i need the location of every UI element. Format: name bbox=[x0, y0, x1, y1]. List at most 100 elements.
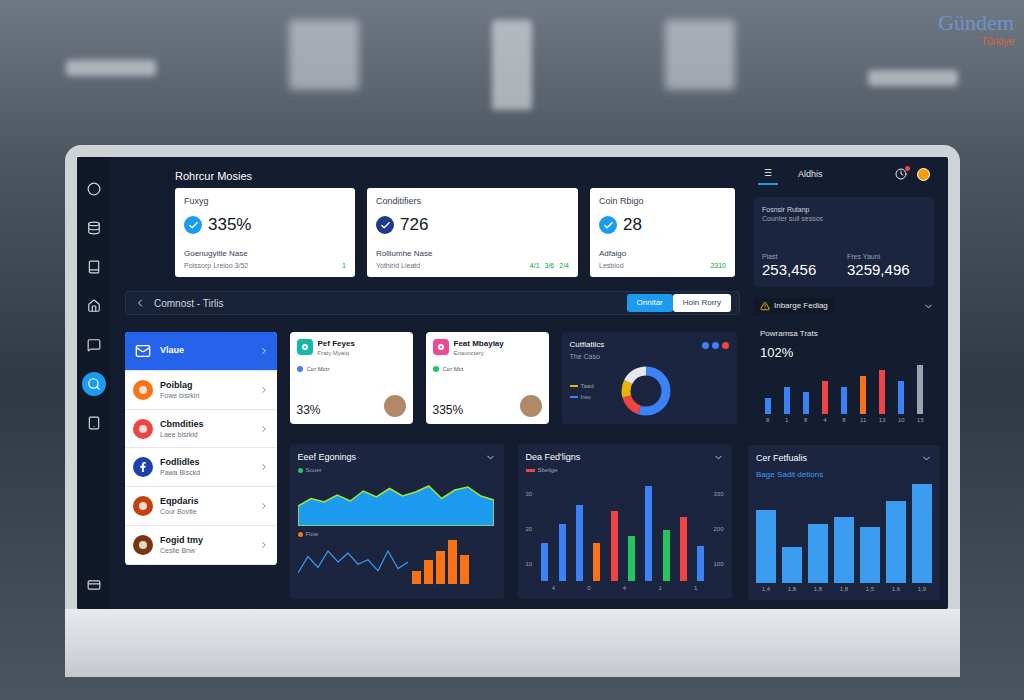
rail-button[interactable] bbox=[82, 411, 106, 435]
nav-button[interactable]: Onnitar bbox=[627, 294, 673, 312]
check-icon bbox=[184, 216, 202, 234]
rail-icon bbox=[87, 182, 101, 196]
list-item[interactable]: FodlidlesPawa Bisckd bbox=[125, 448, 277, 487]
axis-tick: 13 bbox=[879, 416, 886, 424]
summary-value: 3259,496 bbox=[847, 261, 926, 279]
rail-button[interactable] bbox=[82, 372, 106, 396]
chart-bar bbox=[860, 527, 880, 583]
right-panel: ☰ Aldhis Fosnsir RutanpCounter sull sessos… bbox=[748, 157, 940, 609]
list-item[interactable]: CbmditiesLaee bisrkid bbox=[125, 410, 277, 449]
watermark-title: Gündem bbox=[938, 10, 1014, 36]
summary-value: 253,456 bbox=[762, 261, 841, 279]
mini-card[interactable]: Feat MbaylayEnauncteryCor Mct335% bbox=[426, 332, 549, 424]
chevron-down-icon[interactable] bbox=[485, 452, 496, 463]
mini-card-value: 335% bbox=[433, 403, 464, 417]
feed-chart: Dea Fed'lignsSbelige30201033020010040411 bbox=[518, 444, 732, 599]
list-item-name: Poiblag bbox=[160, 380, 199, 391]
chart-bar bbox=[559, 524, 566, 581]
chart-bar bbox=[541, 543, 548, 581]
donut-segment bbox=[626, 371, 666, 411]
back-icon[interactable] bbox=[134, 297, 146, 309]
stat-label: Conditifiers bbox=[376, 195, 569, 207]
status-dot bbox=[297, 366, 303, 372]
rail-button[interactable] bbox=[82, 255, 106, 279]
list-item[interactable]: EqpdarisCour Bovtle bbox=[125, 487, 277, 526]
donut-subtitle: The Caso bbox=[570, 352, 729, 361]
axis-tick: 1,8 bbox=[814, 585, 822, 593]
summary-title: Fosnsir Rutanp bbox=[762, 205, 926, 214]
rail-button[interactable] bbox=[82, 216, 106, 240]
user-avatar[interactable] bbox=[917, 168, 930, 181]
axis-tick: 1,9 bbox=[918, 585, 926, 593]
stat-subtitle: Goenugyitle Nase bbox=[184, 249, 346, 259]
chart-bar bbox=[576, 505, 583, 581]
axis-tick: 4 bbox=[552, 584, 555, 592]
area-chart bbox=[298, 476, 494, 526]
watermark: GündemTürkiye bbox=[938, 10, 1014, 48]
legend-dot bbox=[702, 342, 709, 349]
stat-value: 726 bbox=[400, 215, 428, 235]
axis-tick: 330 bbox=[714, 490, 724, 498]
stat-card[interactable]: Coin Rbigo28AdfaigoLesbiod2310 bbox=[590, 188, 735, 277]
list-item[interactable]: Vlaue bbox=[125, 332, 277, 371]
status-dot bbox=[433, 366, 439, 372]
mail-icon bbox=[133, 341, 153, 361]
stat-card[interactable]: Conditifiers 726 Rolliumhe Nase Yothirid Li… bbox=[367, 188, 578, 277]
list-item[interactable]: PoiblagFowe bisrkin bbox=[125, 371, 277, 410]
features-chart: Cer FetfualisBage Sadit detions1,41,81,8… bbox=[748, 445, 940, 600]
card-icon bbox=[87, 578, 101, 592]
legend-label: Souer bbox=[306, 466, 322, 474]
chevron-right-icon bbox=[259, 540, 269, 550]
nav-button[interactable]: Hoin Rorry bbox=[673, 294, 731, 312]
chart-bar bbox=[663, 530, 670, 581]
stat-footer: Yothirid Lieatd bbox=[376, 261, 420, 270]
axis-tick: 1 bbox=[785, 416, 788, 424]
chart-bar bbox=[611, 511, 618, 581]
legend-dot bbox=[722, 342, 729, 349]
chart-bar bbox=[879, 370, 885, 414]
chart-bar bbox=[822, 381, 828, 414]
chart-bar bbox=[593, 543, 600, 581]
top-tab[interactable]: ☰ bbox=[758, 164, 778, 185]
chevron-down-icon[interactable] bbox=[923, 301, 934, 312]
chart-bar bbox=[912, 484, 932, 583]
chevron-down-icon[interactable] bbox=[921, 453, 932, 464]
channel-list: Vlaue PoiblagFowe bisrkinCbmditiesLaee bi… bbox=[125, 332, 277, 565]
rail-button[interactable] bbox=[82, 177, 106, 201]
stat-badge: 1 bbox=[342, 261, 346, 270]
list-item-name: Cbmdities bbox=[160, 419, 204, 430]
mini-card-metric: Cor Mct bbox=[443, 365, 464, 373]
mini-card[interactable]: Pef FeyesFraty MyaiqCor Mctr33% bbox=[290, 332, 413, 424]
chart-subtitle: Bage Sadit detions bbox=[756, 470, 932, 480]
summary-label: Plast bbox=[762, 252, 841, 261]
axis-tick: 1 bbox=[694, 584, 697, 592]
donut-segment bbox=[626, 371, 666, 411]
trend-section: Powramsa Trats102%8184811131015 bbox=[754, 329, 934, 424]
trend-title: Powramsa Trats bbox=[760, 329, 928, 339]
axis-tick: 4 bbox=[623, 584, 626, 592]
chevron-down-icon[interactable] bbox=[713, 452, 724, 463]
axis-tick: 100 bbox=[714, 560, 724, 568]
stat-subtitle: Rolliumhe Nase bbox=[376, 249, 569, 259]
alert-pill[interactable]: Inbarge Fedlag bbox=[754, 298, 834, 314]
summary-subtitle: Counter sull sessos bbox=[762, 214, 926, 223]
list-item-name: Vlaue bbox=[160, 345, 184, 356]
avatar-image bbox=[520, 395, 542, 417]
axis-tick: 1 bbox=[658, 584, 661, 592]
rail-button[interactable] bbox=[82, 294, 106, 318]
chart-bar bbox=[765, 398, 771, 414]
list-item-name: Eqpdaris bbox=[160, 496, 199, 507]
chart-bar bbox=[628, 536, 635, 581]
stat-card[interactable]: Fuxyg335%Goenugyitle NasePoissorp Lreioo… bbox=[175, 188, 355, 277]
page-title: Rohrcur Mosies bbox=[175, 165, 748, 187]
chart-bar bbox=[784, 387, 790, 414]
top-bar: ☰ Aldhis bbox=[748, 157, 940, 191]
list-item[interactable]: Fogid tmyCeslie Bnw bbox=[125, 526, 277, 565]
stat-badge: 2310 bbox=[710, 261, 726, 270]
mini-card-title: Pef Feyes bbox=[318, 339, 355, 349]
rail-button[interactable] bbox=[82, 333, 106, 357]
monitor: Rohrcur MosiesFuxyg335%Goenugyitle NaseP… bbox=[65, 145, 960, 677]
top-tab[interactable]: Aldhis bbox=[792, 165, 829, 184]
rail-button[interactable] bbox=[82, 573, 106, 597]
rail-icon bbox=[87, 377, 101, 391]
